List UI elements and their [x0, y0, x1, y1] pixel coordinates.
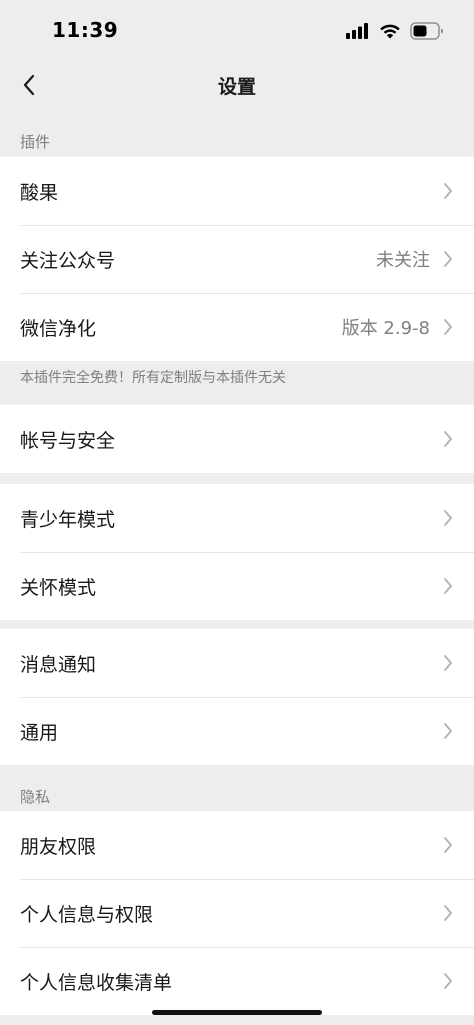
cell-label: 个人信息与权限 [20, 903, 154, 926]
cell-friend-permissions[interactable]: 朋友权限 [0, 811, 474, 879]
chevron-right-icon [444, 183, 452, 199]
cell-account-security[interactable]: 帐号与安全 [0, 405, 474, 473]
cell-label: 个人信息收集清单 [20, 971, 173, 994]
section-header-plugins: 插件 [20, 133, 51, 151]
page-title: 设置 [217, 76, 256, 98]
chevron-right-icon [444, 837, 452, 853]
cell-notifications[interactable]: 消息通知 [0, 629, 474, 697]
chevron-right-icon [444, 905, 452, 921]
chevron-right-icon [444, 319, 452, 335]
cell-label: 帐号与安全 [20, 429, 116, 452]
section-header-privacy: 隐私 [20, 788, 51, 806]
chevron-right-icon [444, 510, 452, 526]
cell-label: 消息通知 [20, 653, 97, 676]
home-indicator[interactable] [152, 1010, 322, 1015]
cell-label: 酸果 [20, 181, 59, 204]
mode-group: 青少年模式 关怀模式 [0, 484, 474, 620]
privacy-group: 朋友权限 个人信息与权限 个人信息收集清单 [0, 811, 474, 1015]
chevron-right-icon [444, 578, 452, 594]
cell-label: 朋友权限 [20, 835, 97, 858]
cell-label: 青少年模式 [20, 508, 116, 531]
settings-screen: 11:39 设置 插件 酸果 关注公众号 未关注 微信净化 版本 2.9-8 本… [0, 0, 474, 1025]
cell-care-mode[interactable]: 关怀模式 [0, 552, 474, 620]
cell-wechat-purify[interactable]: 微信净化 版本 2.9-8 [0, 293, 474, 361]
cell-general[interactable]: 通用 [0, 697, 474, 765]
signal-icon [346, 23, 368, 39]
status-bar: 11:39 [0, 0, 474, 62]
battery-icon [410, 22, 443, 40]
nav-bar: 设置 [0, 62, 474, 108]
chevron-right-icon [444, 655, 452, 671]
chevron-right-icon [444, 251, 452, 267]
status-time: 11:39 [52, 18, 119, 42]
chevron-right-icon [444, 973, 452, 989]
cell-personal-info-permissions[interactable]: 个人信息与权限 [0, 879, 474, 947]
plugin-free-note: 本插件完全免费！所有定制版与本插件无关 [20, 370, 286, 386]
chevron-right-icon [444, 431, 452, 447]
cell-label: 关怀模式 [20, 576, 97, 599]
cell-personal-info-collection-list[interactable]: 个人信息收集清单 [0, 947, 474, 1015]
cell-label: 微信净化 [20, 317, 97, 340]
general-group: 消息通知 通用 [0, 629, 474, 765]
cell-teen-mode[interactable]: 青少年模式 [0, 484, 474, 552]
cell-label: 关注公众号 [20, 249, 116, 272]
cell-value-follow-status: 未关注 [376, 250, 430, 271]
cell-value-version: 版本 2.9-8 [341, 318, 430, 339]
cell-label: 通用 [20, 721, 59, 744]
status-icons [346, 20, 444, 42]
wifi-icon [380, 24, 400, 39]
chevron-right-icon [444, 723, 452, 739]
account-group: 帐号与安全 [0, 405, 474, 473]
plugins-group: 酸果 关注公众号 未关注 微信净化 版本 2.9-8 [0, 157, 474, 361]
cell-follow-official-account[interactable]: 关注公众号 未关注 [0, 225, 474, 293]
cell-suanguo[interactable]: 酸果 [0, 157, 474, 225]
